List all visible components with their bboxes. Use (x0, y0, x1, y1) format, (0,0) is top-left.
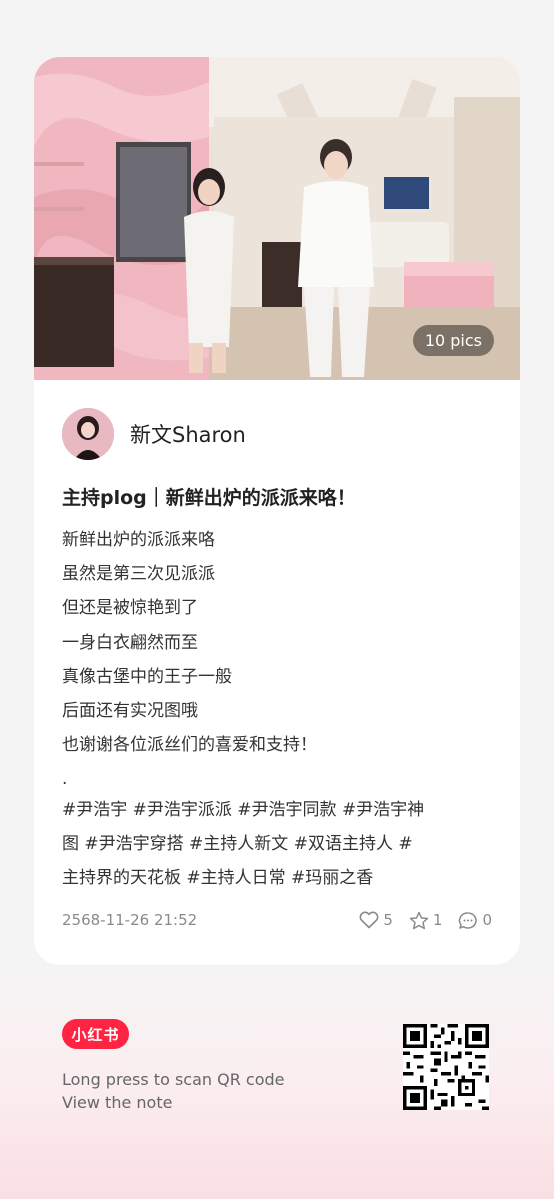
body-line: 一身白衣翩然而至 (62, 632, 198, 653)
post-title: 主持plog｜新鲜出炉的派派来咯！ (62, 487, 356, 509)
view-note-hint: View the note (62, 1093, 173, 1112)
post-date: 2568-11-26 21:52 (62, 911, 198, 929)
hashtag-line[interactable]: #尹浩宇 #尹浩宇派派 #尹浩宇同款 #尹浩宇神 (62, 793, 502, 827)
like-count: 5 (383, 911, 393, 929)
body-line: 真像古堡中的王子一般 (62, 666, 232, 687)
star-icon (409, 911, 429, 929)
comment-button[interactable]: 0 (458, 911, 492, 930)
footer-text: Long press to scan QR code View the note (62, 1068, 284, 1114)
hashtag-line[interactable]: 主持界的天花板 #主持人日常 #玛丽之香 (62, 861, 502, 895)
body-line: 虽然是第三次见派派 (62, 564, 215, 585)
like-button[interactable]: 5 (359, 911, 393, 929)
body-line: 新鲜出炉的派派来咯 (62, 530, 215, 550)
post-meta: 2568-11-26 21:52 5 1 0 (62, 907, 492, 933)
qr-code-image (403, 1024, 489, 1110)
xiaohongshu-logo: 小红书 (62, 1019, 129, 1049)
comment-icon (459, 911, 478, 929)
hashtag-line[interactable]: 图 #尹浩宇穿搭 #主持人新文 #双语主持人 # (62, 827, 502, 861)
body-line: 但还是被惊艳到了 (62, 598, 198, 619)
avatar-image (62, 408, 114, 460)
body-line: 后面还有实况图哦 (62, 700, 198, 721)
heart-icon (359, 911, 379, 929)
scan-hint: Long press to scan QR code (62, 1070, 285, 1089)
pics-count-badge: 10 pics (412, 325, 494, 356)
post-photo[interactable]: 10 pics (34, 57, 520, 380)
qr-code[interactable] (403, 1024, 489, 1110)
body-line: 也谢谢各位派丝们的喜爱和支持！ (62, 735, 317, 756)
body-line: . (62, 769, 68, 790)
collect-button[interactable]: 1 (409, 911, 443, 930)
collect-count: 1 (432, 911, 443, 929)
avatar[interactable] (62, 408, 114, 460)
author-name[interactable]: 新文Sharon (130, 419, 246, 449)
comment-count: 0 (482, 911, 492, 929)
note-card[interactable]: 10 pics 新文Sharon 主持plog｜新鲜出炉的派派来咯！ 新鲜出炉的… (34, 57, 520, 965)
hashtag-list[interactable]: #尹浩宇 #尹浩宇派派 #尹浩宇同款 #尹浩宇神 图 #尹浩宇穿搭 #主持人新文… (62, 793, 502, 895)
post-body: 新鲜出炉的派派来咯 虽然是第三次见派派 但还是被惊艳到了 一身白衣翩然而至 真像… (62, 523, 502, 797)
author-info[interactable]: 新文Sharon (62, 407, 246, 461)
